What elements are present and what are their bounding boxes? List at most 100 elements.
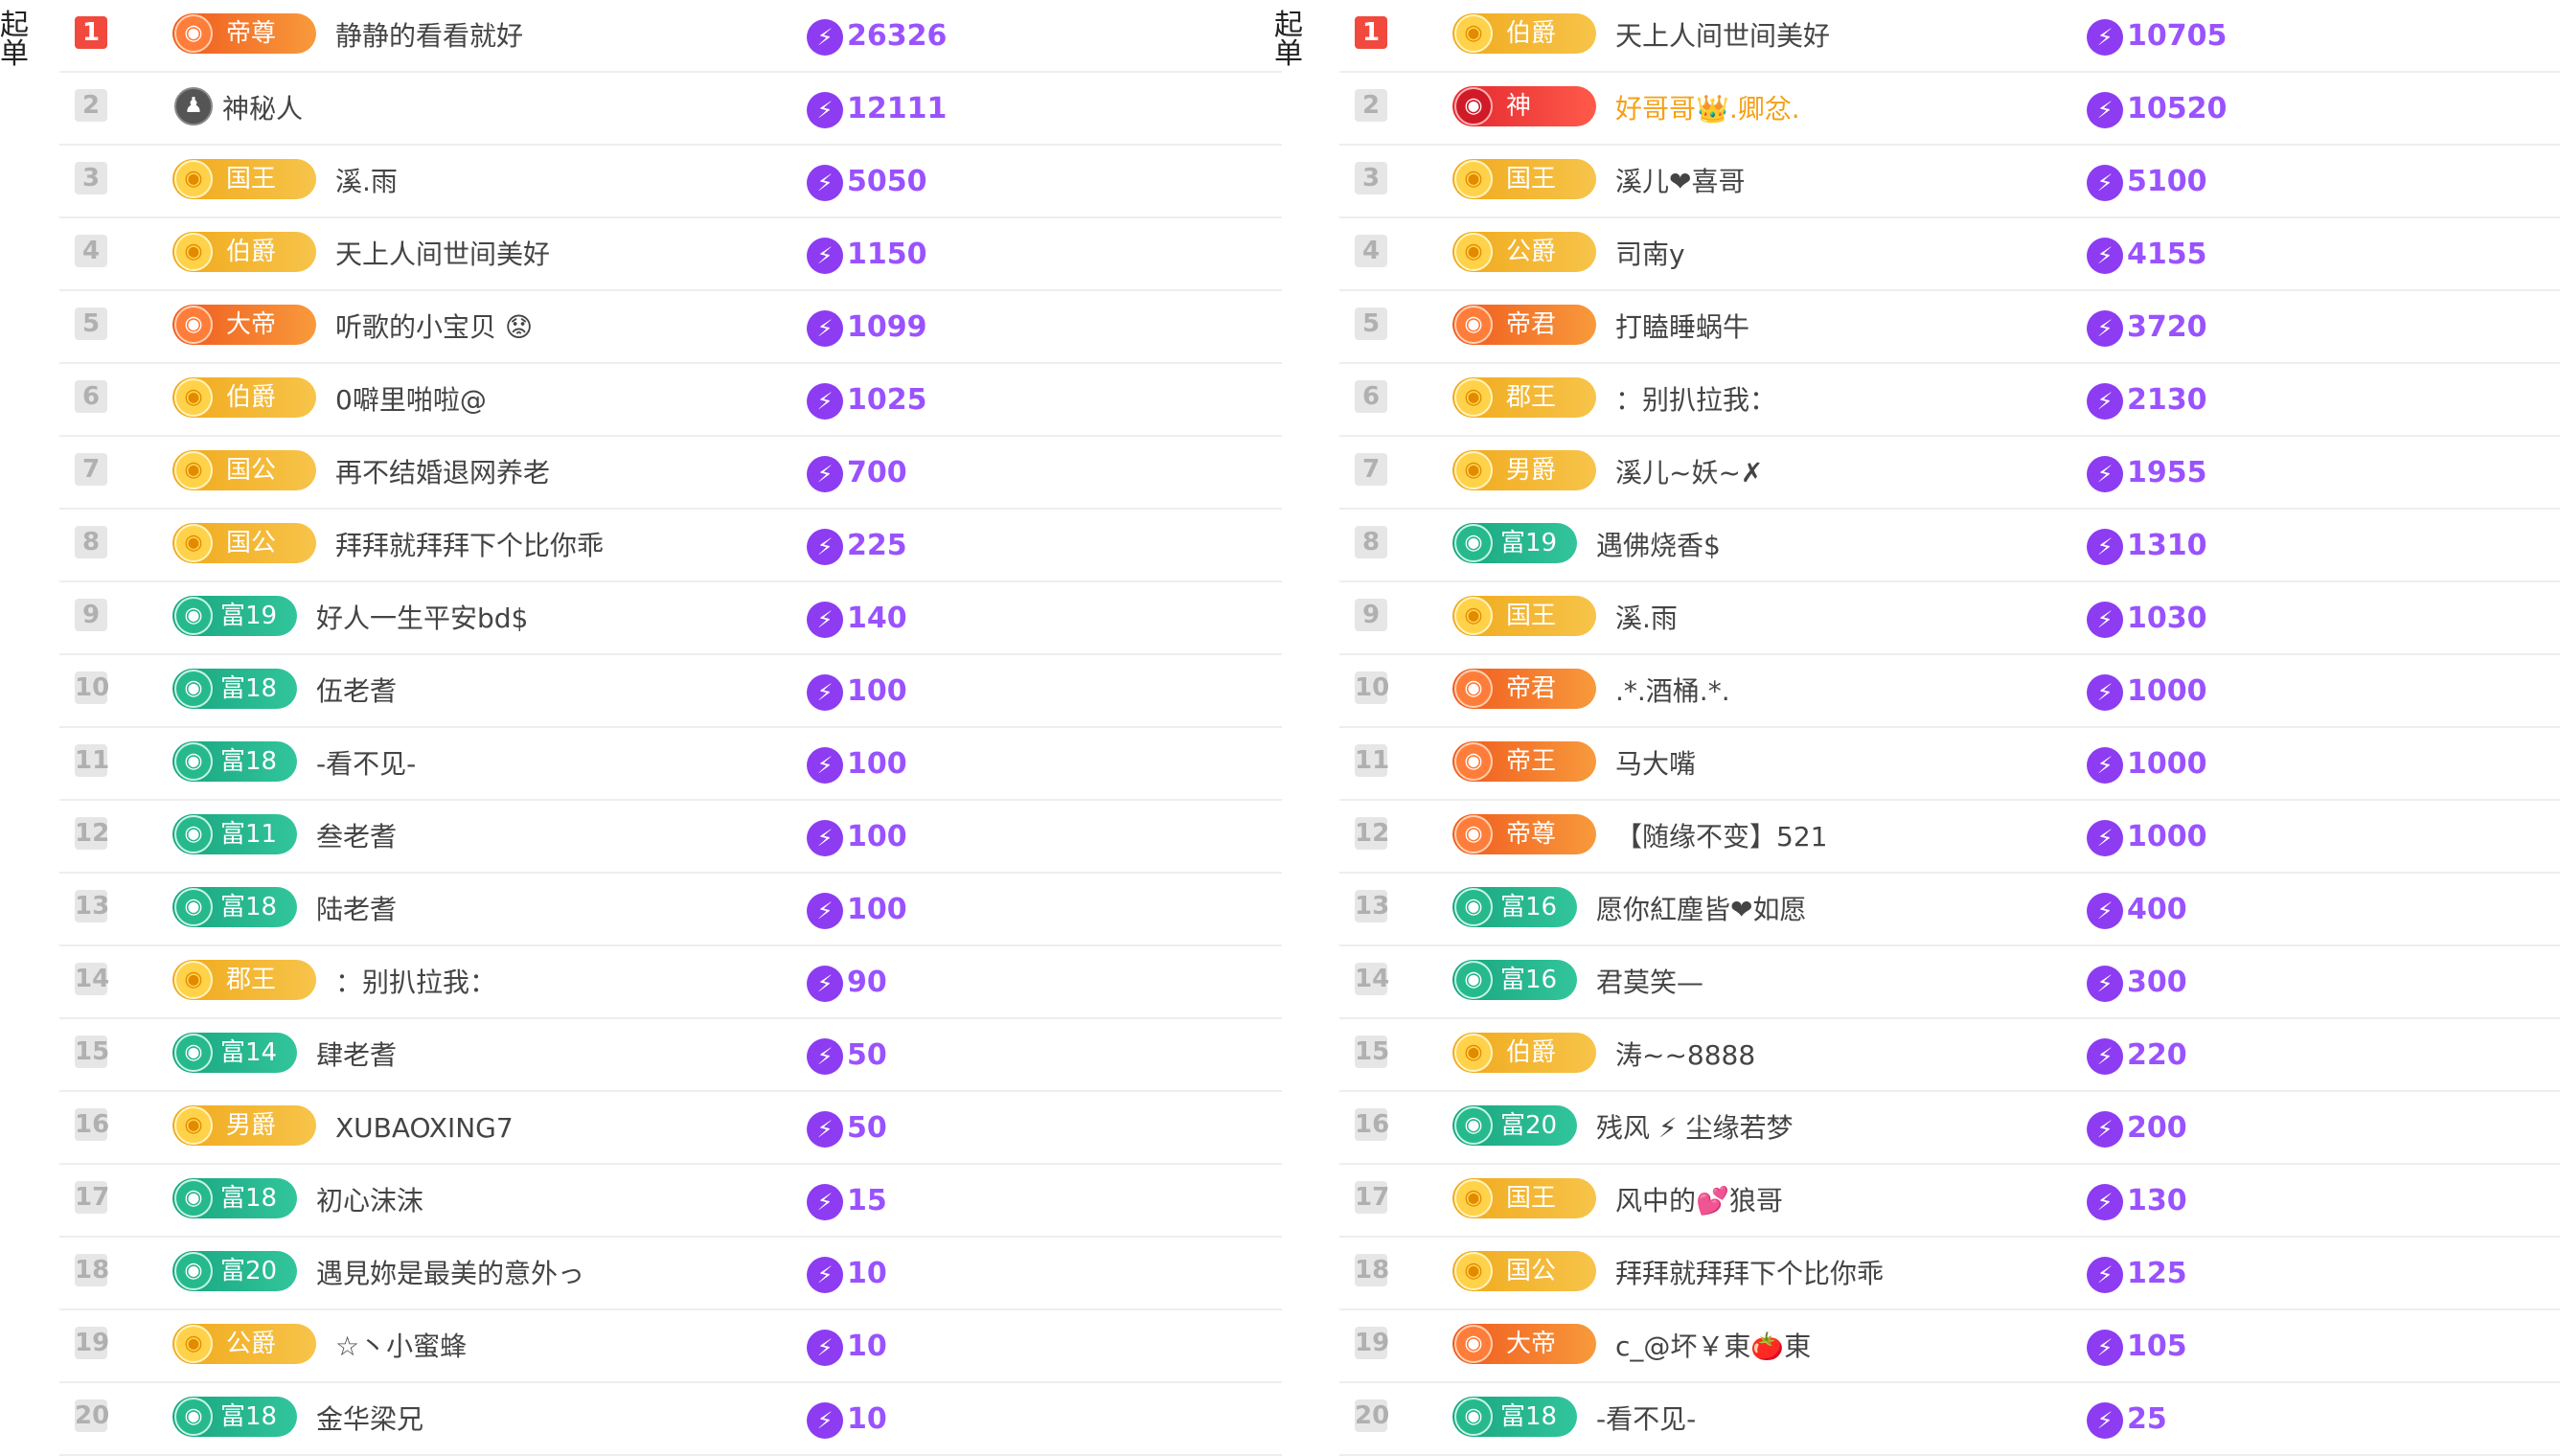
leaderboard-row[interactable]: 12 ◉ 帝尊 【随缘不变】521 ⚡ 1000: [1339, 801, 2560, 874]
user-name[interactable]: 愿你紅塵皆❤如愿: [1596, 874, 1806, 946]
user-name[interactable]: 天上人间世间美好: [1615, 0, 1830, 73]
lightning-icon: ⚡: [807, 528, 843, 565]
leaderboard-row[interactable]: 1 ◉ 伯爵 天上人间世间美好 ⚡ 10705: [1339, 0, 2560, 73]
leaderboard-row[interactable]: 5 ◉ 大帝 听歌的小宝贝 😟 ⚡ 1099: [59, 291, 1282, 364]
user-name[interactable]: 遇見妳是最美的意外っ: [316, 1238, 584, 1310]
user-name[interactable]: 叁老耆: [316, 801, 397, 874]
leaderboard-row[interactable]: 14 ◉ 郡王 ：别扒拉我： ⚡ 90: [59, 946, 1282, 1019]
level-badge: ◉ 富18: [172, 887, 297, 927]
leaderboard-row[interactable]: 17 ◉ 国王 风中的💕狼哥 ⚡ 130: [1339, 1165, 2560, 1238]
user-name[interactable]: 溪儿~妖~✗: [1615, 437, 1763, 510]
user-name[interactable]: 金华梁兄: [316, 1383, 423, 1456]
user-name[interactable]: ☆丶小蜜蜂: [335, 1310, 467, 1383]
score-value: 15: [847, 1184, 887, 1217]
user-name[interactable]: 拜拜就拜拜下个比你乖: [335, 510, 604, 582]
user-name[interactable]: 【随缘不变】521: [1615, 801, 1827, 874]
leaderboard-row[interactable]: 7 ◉ 国公 再不结婚退网养老 ⚡ 700: [59, 437, 1282, 510]
leaderboard-row[interactable]: 3 ◉ 国王 溪.雨 ⚡ 5050: [59, 146, 1282, 218]
user-name[interactable]: 0噼里啪啦@: [335, 364, 487, 437]
user-name[interactable]: -看不见-: [1596, 1383, 1696, 1456]
level-badge-label: 富18: [220, 1184, 278, 1213]
leaderboard-row[interactable]: 2 ♟ 神秘人 ⚡ 12111: [59, 73, 1282, 146]
level-badge: ◉ 伯爵: [1452, 13, 1596, 54]
user-name[interactable]: 溪儿❤喜哥: [1615, 146, 1745, 218]
user-name[interactable]: 司南y: [1615, 218, 1685, 291]
user-name[interactable]: XUBAOXING7: [335, 1092, 514, 1165]
user-name[interactable]: 君莫笑—: [1596, 946, 1703, 1019]
leaderboard-row[interactable]: 11 ◉ 富18 -看不见- ⚡ 100: [59, 728, 1282, 801]
leaderboard-row[interactable]: 6 ◉ 郡王 ：别扒拉我： ⚡ 2130: [1339, 364, 2560, 437]
user-name[interactable]: 遇佛烧香$: [1596, 510, 1721, 582]
leaderboard-row[interactable]: 19 ◉ 大帝 c_@坏￥東🍅東 ⚡ 105: [1339, 1310, 2560, 1383]
leaderboard-row[interactable]: 6 ◉ 伯爵 0噼里啪啦@ ⚡ 1025: [59, 364, 1282, 437]
leaderboard-row[interactable]: 3 ◉ 国王 溪儿❤喜哥 ⚡ 5100: [1339, 146, 2560, 218]
rank-number: 2: [75, 89, 107, 122]
user-name[interactable]: c_@坏￥東🍅東: [1615, 1310, 1811, 1383]
lightning-icon: ⚡: [807, 237, 843, 274]
user-name[interactable]: 马大嘴: [1615, 728, 1696, 801]
user-name[interactable]: 溪.雨: [335, 146, 398, 218]
level-badge: ◉ 富18: [1452, 1397, 1577, 1437]
user-name[interactable]: -看不见-: [316, 728, 416, 801]
user-name[interactable]: 神秘人: [222, 73, 303, 146]
leaderboard-row[interactable]: 17 ◉ 富18 初心沫沫 ⚡ 15: [59, 1165, 1282, 1238]
mystery-avatar: ♟: [172, 86, 213, 126]
score-value: 50: [847, 1111, 887, 1145]
level-badge: ◉ 男爵: [1452, 450, 1596, 490]
leaderboard-row[interactable]: 14 ◉ 富16 君莫笑— ⚡ 300: [1339, 946, 2560, 1019]
user-name[interactable]: 风中的💕狼哥: [1615, 1165, 1783, 1238]
medal-icon: ◉: [1454, 233, 1493, 271]
user-name[interactable]: 听歌的小宝贝 😟: [335, 291, 533, 364]
leaderboard-row[interactable]: 10 ◉ 富18 伍老耆 ⚡ 100: [59, 655, 1282, 728]
leaderboard-row[interactable]: 20 ◉ 富18 金华梁兄 ⚡ 10: [59, 1383, 1282, 1456]
user-name[interactable]: 静静的看看就好: [335, 0, 523, 73]
leaderboard-row[interactable]: 8 ◉ 富19 遇佛烧香$ ⚡ 1310: [1339, 510, 2560, 582]
leaderboard-row[interactable]: 10 ◉ 帝君 .*.酒桶.*. ⚡ 1000: [1339, 655, 2560, 728]
user-name[interactable]: 打瞌睡蜗牛: [1615, 291, 1749, 364]
leaderboard-row[interactable]: 18 ◉ 国公 拜拜就拜拜下个比你乖 ⚡ 125: [1339, 1238, 2560, 1310]
score-value: 26326: [847, 19, 948, 53]
user-name[interactable]: 再不结婚退网养老: [335, 437, 550, 510]
user-name[interactable]: .*.酒桶.*.: [1615, 655, 1730, 728]
user-name[interactable]: ：别扒拉我：: [335, 946, 496, 1019]
leaderboard-row[interactable]: 12 ◉ 富11 叁老耆 ⚡ 100: [59, 801, 1282, 874]
user-name[interactable]: 残风 ⚡ 尘缘若梦: [1596, 1092, 1793, 1165]
user-name[interactable]: 涛~~8888: [1615, 1019, 1755, 1092]
leaderboard-row[interactable]: 15 ◉ 富14 肆老耆 ⚡ 50: [59, 1019, 1282, 1092]
leaderboard-row[interactable]: 16 ◉ 男爵 XUBAOXING7 ⚡ 50: [59, 1092, 1282, 1165]
leaderboard-row[interactable]: 5 ◉ 帝君 打瞌睡蜗牛 ⚡ 3720: [1339, 291, 2560, 364]
leaderboard-row[interactable]: 1 ◉ 帝尊 静静的看看就好 ⚡ 26326: [59, 0, 1282, 73]
leaderboard-row[interactable]: 15 ◉ 伯爵 涛~~8888 ⚡ 220: [1339, 1019, 2560, 1092]
leaderboard-row[interactable]: 18 ◉ 富20 遇見妳是最美的意外っ ⚡ 10: [59, 1238, 1282, 1310]
user-name[interactable]: 肆老耆: [316, 1019, 397, 1092]
leaderboard-row[interactable]: 4 ◉ 伯爵 天上人间世间美好 ⚡ 1150: [59, 218, 1282, 291]
contribution-score: ⚡ 5100: [2087, 146, 2207, 218]
score-value: 50: [847, 1038, 887, 1072]
contribution-score: ⚡ 50: [807, 1092, 887, 1165]
leaderboard-row[interactable]: 7 ◉ 男爵 溪儿~妖~✗ ⚡ 1955: [1339, 437, 2560, 510]
leaderboard-row[interactable]: 4 ◉ 公爵 司南y ⚡ 4155: [1339, 218, 2560, 291]
medal-icon: ◉: [174, 233, 213, 271]
leaderboard-row[interactable]: 16 ◉ 富20 残风 ⚡ 尘缘若梦 ⚡ 200: [1339, 1092, 2560, 1165]
user-name[interactable]: 好哥哥👑.卿忿.: [1615, 73, 1800, 146]
leaderboard-row[interactable]: 2 ◉ 神好哥哥👑.卿忿. ⚡ 10520: [1339, 73, 2560, 146]
leaderboard-row[interactable]: 19 ◉ 公爵 ☆丶小蜜蜂 ⚡ 10: [59, 1310, 1282, 1383]
leaderboard-row[interactable]: 13 ◉ 富18 陆老耆 ⚡ 100: [59, 874, 1282, 946]
user-name[interactable]: 伍老耆: [316, 655, 397, 728]
leaderboard-row[interactable]: 9 ◉ 国王 溪.雨 ⚡ 1030: [1339, 582, 2560, 655]
user-name[interactable]: 初心沫沫: [316, 1165, 423, 1238]
user-name[interactable]: 拜拜就拜拜下个比你乖: [1615, 1238, 1884, 1310]
level-badge: ◉ 伯爵: [172, 377, 316, 418]
user-name[interactable]: 溪.雨: [1615, 582, 1678, 655]
leaderboard-row[interactable]: 20 ◉ 富18 -看不见- ⚡ 25: [1339, 1383, 2560, 1456]
user-name[interactable]: 天上人间世间美好: [335, 218, 550, 291]
lightning-icon: ⚡: [807, 1037, 843, 1075]
user-name[interactable]: 陆老耆: [316, 874, 397, 946]
leaderboard-row[interactable]: 11 ◉ 帝王 马大嘴 ⚡ 1000: [1339, 728, 2560, 801]
level-badge: ◉ 富20: [172, 1251, 297, 1291]
user-name[interactable]: 好人一生平安bd$: [316, 582, 528, 655]
user-name[interactable]: ：别扒拉我：: [1615, 364, 1776, 437]
leaderboard-row[interactable]: 8 ◉ 国公 拜拜就拜拜下个比你乖 ⚡ 225: [59, 510, 1282, 582]
leaderboard-row[interactable]: 9 ◉ 富19 好人一生平安bd$ ⚡ 140: [59, 582, 1282, 655]
leaderboard-row[interactable]: 13 ◉ 富16 愿你紅塵皆❤如愿 ⚡ 400: [1339, 874, 2560, 946]
